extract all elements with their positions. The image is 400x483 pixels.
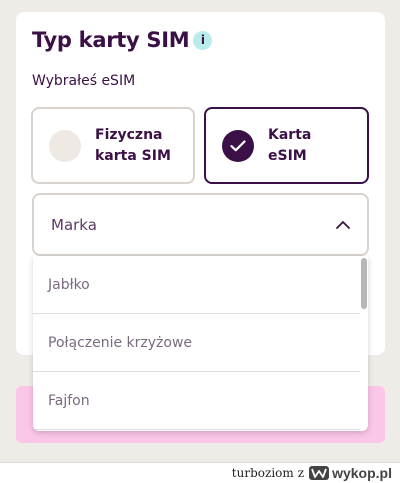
selection-subtitle: Wybrałeś eSIM [32,73,136,89]
dropdown-option[interactable]: Jabłko [33,256,360,314]
footer-user: turboziom [231,466,294,480]
option-label-line2: karta SIM [95,147,171,164]
brand-select-label: Marka [51,215,97,234]
radio-unchecked-icon[interactable] [49,129,81,162]
brand-select[interactable]: Marka [32,193,369,256]
sim-type-title: Typ karty SIM i [32,28,213,52]
info-icon[interactable]: i [193,30,213,50]
option-label: Karta eSIM [268,125,358,167]
chevron-up-icon[interactable] [335,217,351,233]
option-physical-sim[interactable]: Fizyczna karta SIM [31,107,195,184]
dropdown-scrollbar[interactable] [361,258,367,309]
watermark-footer: turboziom z wykop.pl [0,462,400,483]
dropdown-option[interactable]: Połączenie krzyżowe [33,314,360,372]
option-esim[interactable]: Karta eSIM [204,107,369,184]
brand-dropdown-list[interactable]: Jabłko Połączenie krzyżowe Fajfon [33,256,368,431]
wykop-logo: wykop.pl [308,465,392,481]
wykop-site-name: wykop.pl [332,465,392,481]
page-title: Typ karty SIM [32,28,190,52]
dropdown-option[interactable]: Fajfon [33,372,360,430]
option-label-line1: Fizyczna [95,126,163,143]
option-label-line2: eSIM [268,147,307,164]
footer-connector: z [297,466,305,480]
wykop-logo-icon [309,466,330,480]
option-label: Fizyczna karta SIM [95,125,185,167]
option-label-line1: Karta [268,126,312,143]
check-icon [230,139,246,151]
radio-checked[interactable] [222,129,254,162]
